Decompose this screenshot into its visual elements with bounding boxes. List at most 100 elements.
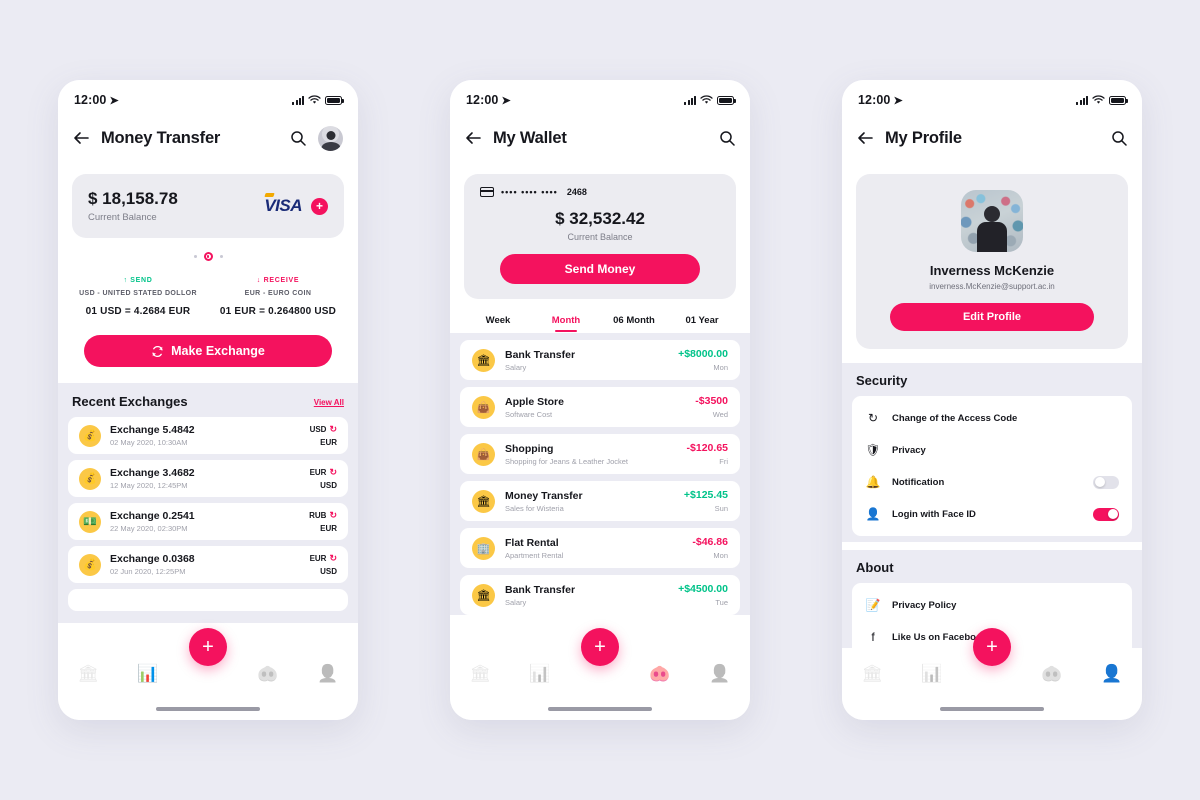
exchange-date: 02 Jun 2020, 12:25PM [110, 567, 186, 576]
add-fab-button[interactable]: + [973, 628, 1011, 666]
nav-person-icon[interactable]: 👤 [1082, 664, 1142, 684]
tab-week[interactable]: Week [464, 315, 532, 333]
wallet-balance-label: Current Balance [567, 232, 633, 242]
rate-send-value: 01 USD = 4.2684 EUR [85, 306, 191, 317]
exchange-to: USD [320, 481, 337, 490]
app-bar: My Wallet [450, 114, 750, 162]
transaction-text: Bank Transfer Salary [505, 349, 668, 372]
exchange-text: Exchange 0.2541 22 May 2020, 02:30PM [110, 510, 300, 533]
nav-chart-icon[interactable]: 📊 [510, 664, 570, 684]
exchange-text: Exchange 5.4842 02 May 2020, 10:30AM [110, 424, 301, 447]
coins-icon: 💰 [79, 467, 101, 490]
back-arrow-icon[interactable] [465, 131, 481, 145]
carousel-dot-active[interactable] [203, 252, 213, 261]
transaction-subtitle: Sales for Wisteria [505, 503, 564, 513]
carousel-dots[interactable] [58, 252, 358, 261]
toggle-login-with-face-id[interactable] [1093, 507, 1119, 521]
transaction-row[interactable]: 🏛 Bank Transfer Salary +$4500.00 Tue [460, 575, 740, 615]
transaction-meta: -$3500 Wed [695, 395, 728, 419]
nav-chart-icon[interactable]: 📊 [118, 664, 178, 684]
carousel-dot[interactable] [193, 255, 197, 258]
search-icon[interactable] [290, 130, 306, 146]
transaction-day: Wed [712, 410, 728, 419]
nav-bank-icon[interactable]: 🏛 [450, 664, 510, 684]
settings-row[interactable]: 🔔 Notification [852, 466, 1132, 498]
security-title: Security [856, 373, 908, 388]
toggle-notification[interactable] [1093, 475, 1119, 489]
transaction-row[interactable]: 🏛 Bank Transfer Salary +$8000.00 Mon [460, 340, 740, 380]
settings-row[interactable]: 👤 Login with Face ID [852, 498, 1132, 530]
exchange-row[interactable]: 💰 Exchange 0.0368 02 Jun 2020, 12:25PM EUR ↻… [68, 546, 348, 583]
credit-card-icon [480, 187, 494, 197]
send-money-button[interactable]: Send Money [500, 254, 700, 284]
plus-circle-icon[interactable]: + [311, 197, 328, 215]
status-indicators [1076, 95, 1128, 105]
recent-exchanges-header: Recent Exchanges View All [58, 383, 358, 417]
rate-receive-value: 01 EUR = 0.264800 USD [219, 306, 337, 317]
exchange-from: EUR [309, 554, 327, 563]
make-exchange-button[interactable]: Make Exchange [84, 335, 332, 367]
search-icon[interactable] [719, 130, 735, 146]
edit-profile-button[interactable]: Edit Profile [890, 303, 1094, 331]
avatar[interactable] [318, 125, 343, 151]
view-all-link[interactable]: View All [314, 398, 344, 409]
transaction-text: Apple Store Software Cost [505, 396, 685, 419]
add-fab-button[interactable]: + [189, 628, 227, 666]
exchange-row-partial[interactable] [68, 589, 348, 611]
nav-wallet-icon[interactable]: 🐽 [238, 664, 298, 684]
profile-photo[interactable] [961, 190, 1023, 252]
rate-send-tag: ↑ SEND [123, 277, 153, 284]
balance-text-group: $ 18,158.78 Current Balance [88, 189, 178, 223]
exchange-row[interactable]: 💰 Exchange 3.4682 12 May 2020, 12:45PM EUR ↻… [68, 460, 348, 497]
nav-person-icon[interactable]: 👤 [690, 664, 750, 684]
tab-01-year[interactable]: 01 Year [668, 315, 736, 333]
recent-exchanges-section: Recent Exchanges View All 💰 Exchange 5.48… [58, 383, 358, 623]
back-arrow-icon[interactable] [73, 131, 89, 145]
rate-receive: ↓ RECEIVE EUR - EURO COIN 01 EUR = 0.264… [208, 277, 348, 317]
carousel-dot[interactable] [219, 255, 223, 258]
add-fab-button[interactable]: + [581, 628, 619, 666]
transaction-row[interactable]: 🏛 Money Transfer Sales for Wisteria +$125.4… [460, 481, 740, 521]
back-arrow-icon[interactable] [857, 131, 873, 145]
transaction-row[interactable]: 👜 Shopping Shopping for Jeans & Leather Jo… [460, 434, 740, 474]
home-indicator [548, 707, 652, 711]
exchange-title: Exchange 5.4842 [110, 424, 195, 436]
transaction-row[interactable]: 👜 Apple Store Software Cost -$3500 Wed [460, 387, 740, 427]
page-title: Money Transfer [101, 128, 221, 147]
settings-row[interactable]: 📝 Privacy Policy [852, 589, 1132, 621]
balance-amount: $ 18,158.78 [88, 189, 178, 208]
exchange-to: USD [320, 567, 337, 576]
bottom-nav-items: 🏛 📊 🐽 👤 [450, 664, 750, 684]
wallet-balance-amount: $ 32,532.42 [555, 209, 645, 228]
status-indicators [292, 95, 344, 105]
profile-card: Inverness McKenzie inverness.McKenzie@su… [856, 174, 1128, 349]
transaction-row[interactable]: 🏢 Flat Rental Apartment Rental -$46.86 Mon [460, 528, 740, 568]
nav-bank-icon[interactable]: 🏛 [58, 664, 118, 684]
bag-icon: 👜 [472, 442, 495, 466]
transaction-title: Flat Rental [505, 536, 559, 549]
settings-row[interactable]: ↻ Change of the Access Code [852, 402, 1132, 434]
nav-chart-icon[interactable]: 📊 [902, 664, 962, 684]
transaction-meta: +$8000.00 Mon [678, 348, 728, 372]
exchange-row[interactable]: 💰 Exchange 5.4842 02 May 2020, 10:30AM USD ↻… [68, 417, 348, 454]
nav-wallet-icon[interactable]: 🐽 [1022, 664, 1082, 684]
nav-person-icon[interactable]: 👤 [298, 664, 358, 684]
settings-row[interactable]: 🛡 Privacy [852, 434, 1132, 466]
transaction-text: Shopping Shopping for Jeans & Leather Joc… [505, 443, 677, 466]
transaction-list: 🏛 Bank Transfer Salary +$8000.00 Mon 👜 Apple S… [450, 333, 750, 615]
search-icon[interactable] [1111, 130, 1127, 146]
exchange-pair: USD ↻ EUR [310, 424, 337, 447]
bottom-nav-items: 🏛 📊 🐽 👤 [842, 664, 1142, 684]
nav-wallet-icon[interactable]: 🐽 [630, 664, 690, 684]
exchange-from: USD [309, 425, 327, 434]
transaction-title: Bank Transfer [505, 583, 576, 596]
exchange-text: Exchange 3.4682 12 May 2020, 12:45PM [110, 467, 301, 490]
exchange-row[interactable]: 💵 Exchange 0.2541 22 May 2020, 02:30PM RUB ↻… [68, 503, 348, 540]
transaction-day: Sun [714, 504, 728, 513]
transaction-title: Shopping [505, 442, 554, 455]
tab-06-month[interactable]: 06 Month [600, 315, 668, 333]
status-time-label: 12:00 [858, 93, 891, 107]
nav-bank-icon[interactable]: 🏛 [842, 664, 902, 684]
tab-month[interactable]: Month [532, 315, 600, 333]
transaction-day: Fri [719, 457, 728, 466]
